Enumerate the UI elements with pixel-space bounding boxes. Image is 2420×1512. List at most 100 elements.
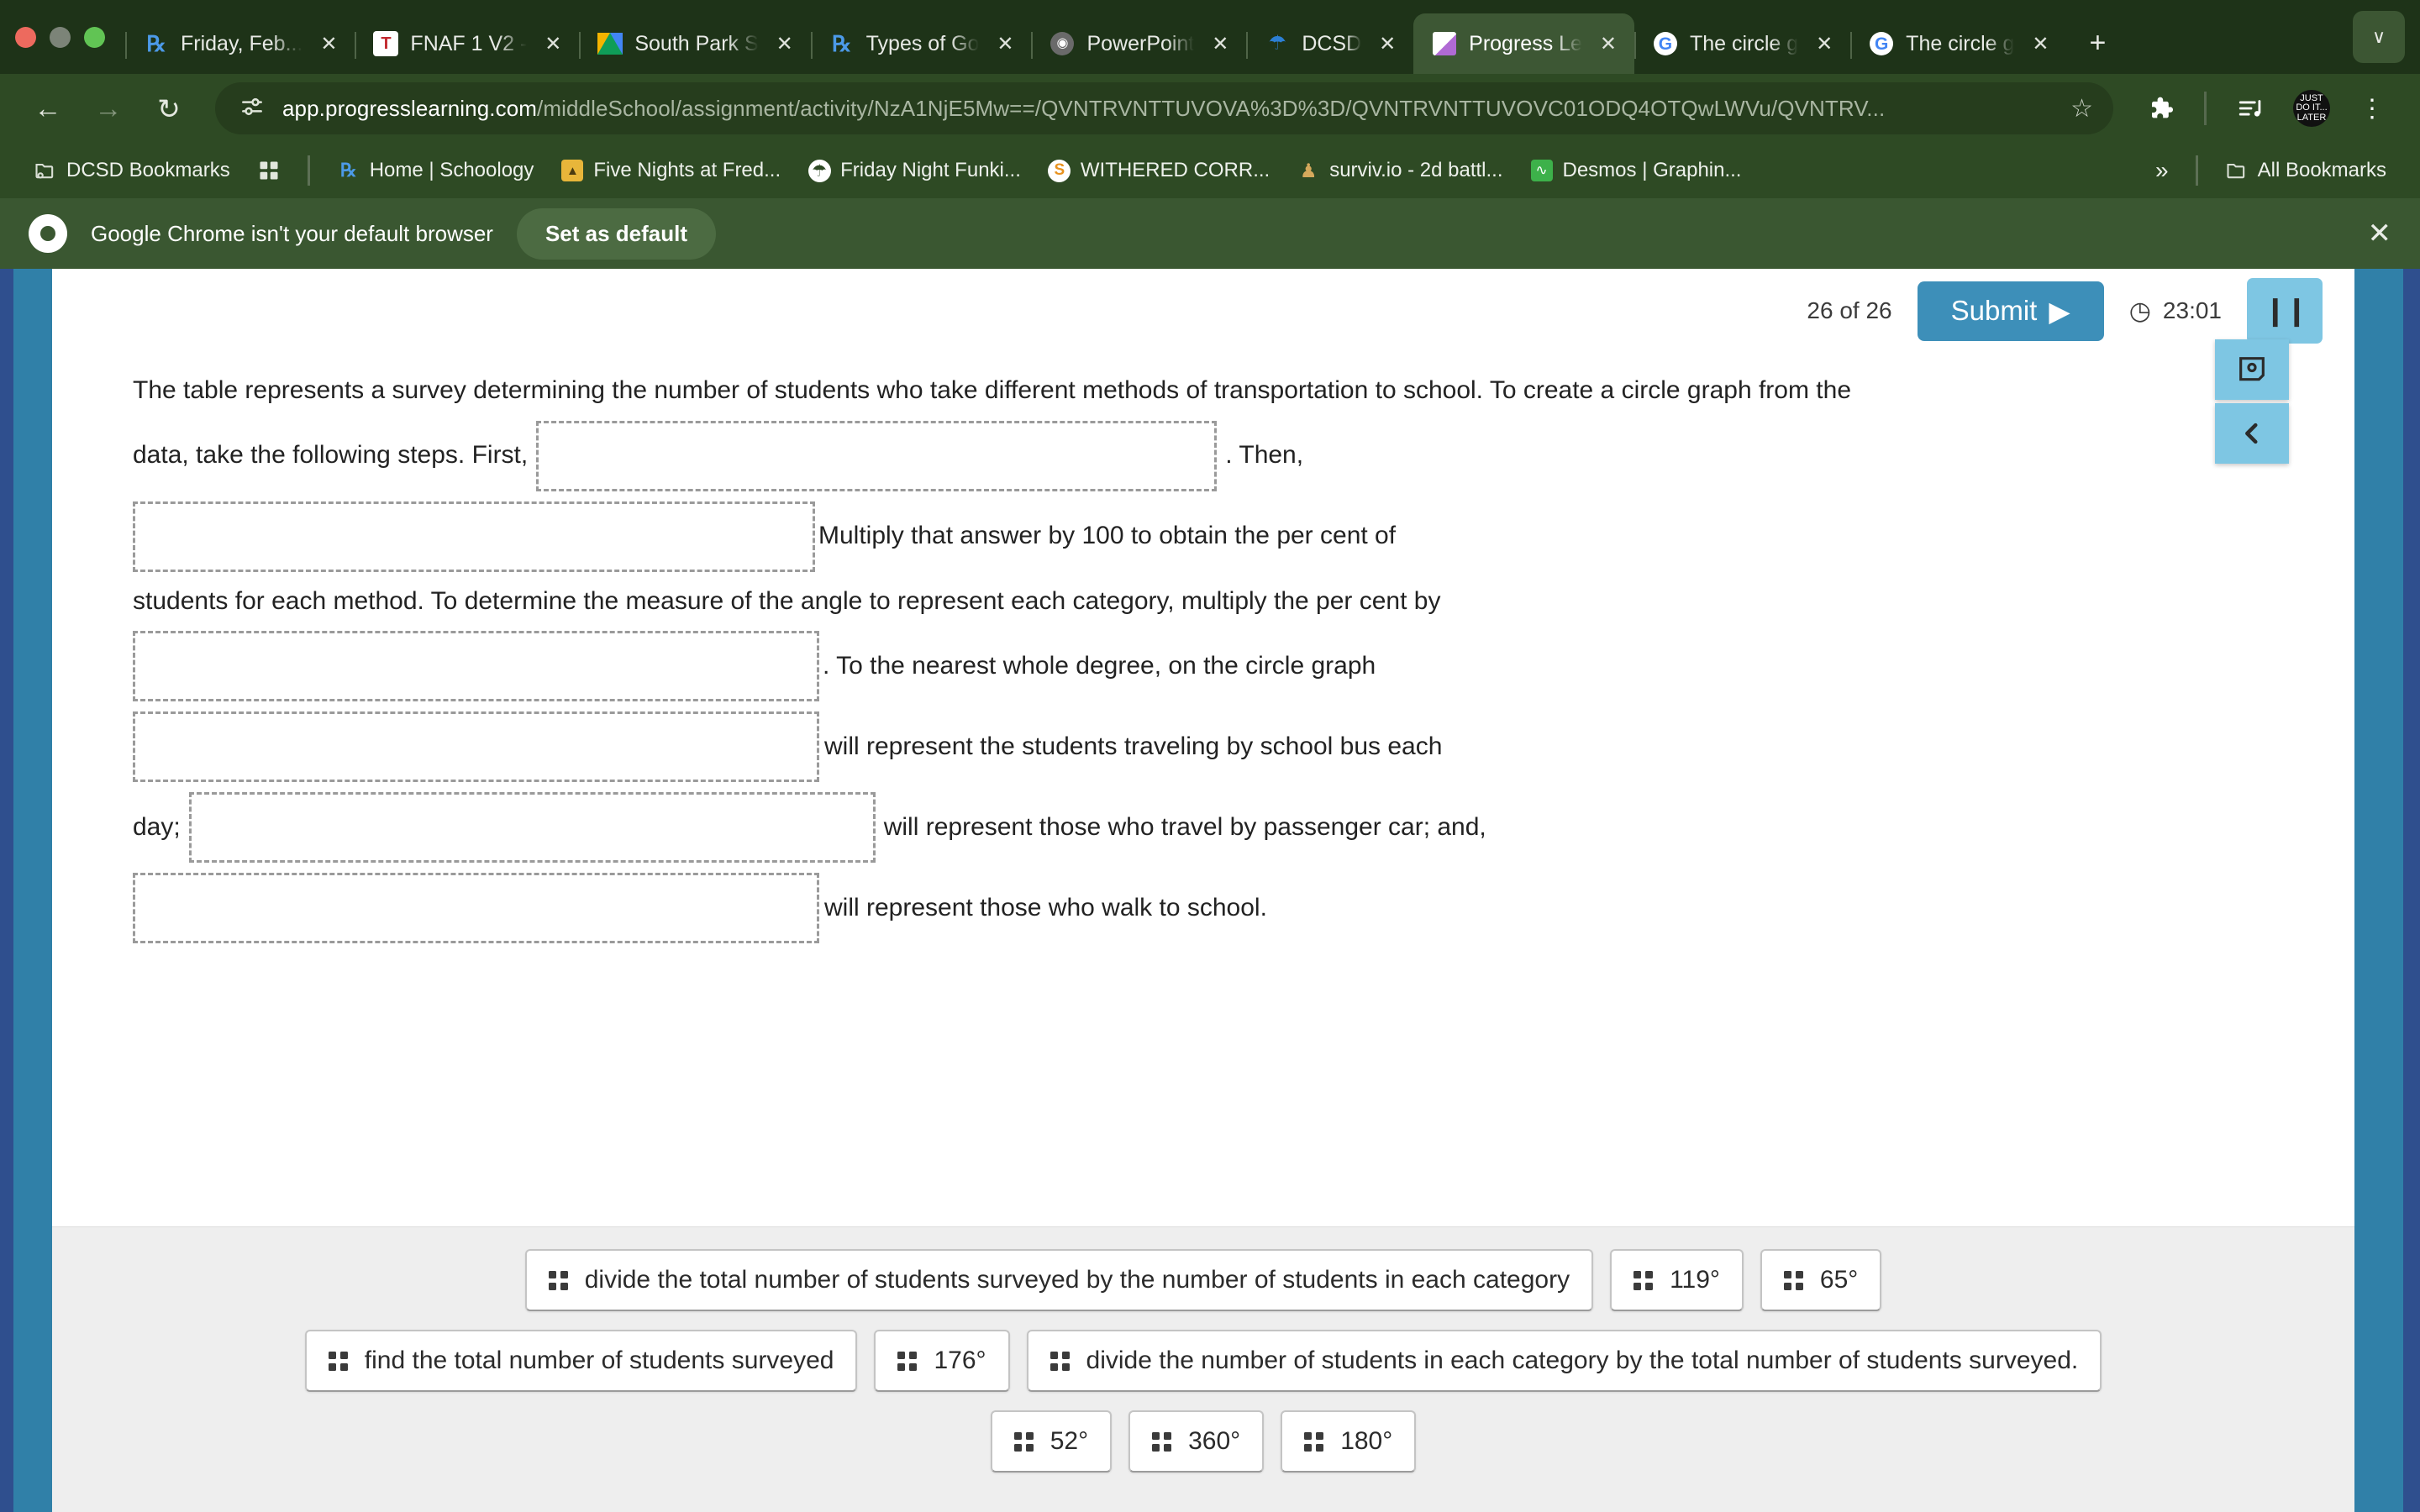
drag-handle-icon[interactable] [1152, 1431, 1172, 1452]
tab-the-circle-g-1[interactable]: G The circle g ✕ [1634, 13, 1850, 74]
all-bookmarks-button[interactable]: All Bookmarks [2213, 153, 2398, 188]
drag-handle-icon[interactable] [1783, 1270, 1803, 1290]
bookmark-desmos[interactable]: ∿ Desmos | Graphin... [1518, 153, 1754, 188]
forward-button[interactable]: → [82, 82, 134, 134]
window-maximize-button[interactable] [84, 26, 105, 48]
progress-learning-icon: ℞ [832, 31, 852, 56]
folder-icon [2225, 159, 2249, 182]
answer-tile[interactable]: divide the total number of students surv… [524, 1249, 1594, 1311]
bookmark-withered-corr[interactable]: S WITHERED CORR... [1036, 153, 1281, 188]
bookmark-label: Five Nights at Fred... [593, 159, 781, 181]
window-close-button[interactable] [15, 26, 36, 48]
extensions-puzzle-icon[interactable] [2133, 82, 2186, 134]
answer-tile[interactable]: 360° [1128, 1410, 1265, 1473]
answer-tile[interactable]: 176° [874, 1330, 1010, 1392]
close-icon[interactable]: ✕ [1594, 29, 1623, 58]
question-line-2: data, take the following steps. First, .… [133, 420, 2304, 491]
close-icon[interactable]: ✕ [1206, 29, 1234, 58]
infobar-message: Google Chrome isn't your default browser [91, 220, 493, 246]
drag-handle-icon[interactable] [897, 1351, 918, 1371]
bookmark-surviv-io[interactable]: ♟ surviv.io - 2d battl... [1285, 153, 1514, 188]
tab-south-park[interactable]: South Park S ✕ [579, 13, 810, 74]
question-text: will represent the students traveling by… [824, 732, 1443, 760]
clock-icon: ◷ [2128, 297, 2151, 325]
answer-tile-label: 360° [1188, 1427, 1241, 1455]
progress-learning-icon [1432, 31, 1457, 56]
bookmark-dcsd-bookmarks[interactable]: DCSD Bookmarks [22, 153, 242, 188]
bookmark-label: surviv.io - 2d battl... [1329, 159, 1503, 181]
bookmark-friday-night-funkin[interactable]: ☂ Friday Night Funki... [796, 153, 1033, 188]
tab-types-of-go[interactable]: ℞ Types of Go ✕ [810, 13, 1032, 74]
bookmark-apps-grid[interactable] [245, 153, 292, 188]
answer-blank-5[interactable] [188, 792, 876, 863]
bookmark-star-icon[interactable]: ☆ [2070, 94, 2093, 123]
bookmark-five-nights-at-freddys[interactable]: ▲ Five Nights at Fred... [549, 153, 792, 188]
toolbar-divider [2204, 92, 2207, 125]
question-text: The table represents a survey determinin… [133, 376, 1852, 404]
answer-blank-4[interactable] [133, 711, 819, 782]
reload-button[interactable]: ↻ [143, 82, 195, 134]
drag-handle-icon[interactable] [1050, 1351, 1070, 1371]
site-info-icon[interactable] [239, 93, 266, 124]
close-icon[interactable]: ✕ [2368, 217, 2392, 250]
answer-tile[interactable]: 52° [990, 1410, 1113, 1473]
back-button[interactable]: ← [22, 82, 74, 134]
question-line-6: will represent the students traveling by… [133, 711, 2304, 782]
answer-tile[interactable]: find the total number of students survey… [304, 1330, 858, 1392]
activity-header: 26 of 26 Submit ▶ ◷ 23:01 ❙❙ [52, 269, 2354, 353]
image-viewer-button[interactable] [2215, 339, 2289, 400]
answer-blank-6[interactable] [133, 873, 819, 943]
new-tab-button[interactable]: + [2073, 18, 2122, 67]
profile-avatar[interactable]: JUST DO IT... LATER [2286, 82, 2338, 134]
fnaf-icon: T [373, 31, 399, 56]
chevron-down-icon[interactable]: ∨ [2353, 11, 2405, 63]
close-icon[interactable]: ✕ [991, 29, 1019, 58]
tab-title: Friday, Feb... [181, 31, 303, 55]
answer-tray-row-1: divide the total number of students surv… [52, 1249, 2354, 1311]
window-minimize-button[interactable] [50, 26, 71, 48]
address-bar[interactable]: app.progresslearning.com/middleSchool/as… [215, 82, 2113, 134]
close-icon[interactable]: ✕ [2026, 29, 2054, 58]
tab-friday-feb[interactable]: ℞ Friday, Feb... ✕ [125, 13, 355, 74]
submit-button[interactable]: Submit ▶ [1917, 281, 2104, 341]
answer-tile[interactable]: 180° [1281, 1410, 1417, 1473]
close-icon[interactable]: ✕ [314, 29, 343, 58]
close-icon[interactable]: ✕ [539, 29, 567, 58]
tab-the-circle-g-2[interactable]: G The circle g ✕ [1850, 13, 2066, 74]
pause-button[interactable]: ❙❙ [2247, 278, 2323, 344]
answer-blank-3[interactable] [133, 631, 819, 701]
close-icon[interactable]: ✕ [771, 29, 799, 58]
chrome-menu-button[interactable]: ⋮ [2346, 82, 2398, 134]
bookmarks-overflow-button[interactable]: » [2144, 151, 2181, 190]
timer: ◷ 23:01 [2129, 297, 2222, 326]
set-as-default-button[interactable]: Set as default [516, 207, 717, 260]
answer-blank-1[interactable] [536, 420, 1218, 491]
tab-title: DCSD [1302, 31, 1362, 55]
close-icon[interactable]: ✕ [1810, 29, 1839, 58]
tab-fnaf[interactable]: T FNAF 1 V2 - ✕ [355, 13, 579, 74]
tab-dcsd[interactable]: ☂ DCSD ✕ [1246, 13, 1413, 74]
answer-tile[interactable]: 119° [1610, 1249, 1744, 1311]
submit-label: Submit [1950, 295, 2038, 326]
tab-progress-learning-active[interactable]: Progress Le ✕ [1413, 13, 1634, 74]
drag-handle-icon[interactable] [548, 1270, 568, 1290]
drag-handle-icon[interactable] [1634, 1270, 1654, 1290]
drag-handle-icon[interactable] [1304, 1431, 1324, 1452]
drag-handle-icon[interactable] [328, 1351, 348, 1371]
answer-blank-2[interactable] [133, 501, 815, 572]
close-icon[interactable]: ✕ [1373, 29, 1402, 58]
answer-tile[interactable]: 65° [1760, 1249, 1882, 1311]
answer-tile[interactable]: divide the number of students in each ca… [1026, 1330, 2102, 1392]
bookmarks-divider-2 [2195, 155, 2198, 186]
answer-tile-label: find the total number of students survey… [364, 1347, 834, 1374]
answer-tile-label: 119° [1670, 1266, 1720, 1294]
media-control-icon[interactable] [2225, 82, 2277, 134]
question-line-4: students for each method. To determine t… [133, 582, 2304, 622]
google-icon: G [1653, 31, 1678, 56]
tab-title: The circle g [1906, 31, 2015, 55]
collapse-panel-button[interactable] [2215, 403, 2289, 464]
tab-powerpoint[interactable]: ◉ PowerPoint ✕ [1031, 13, 1246, 74]
bookmark-home-schoology[interactable]: ℞ Home | Schoology [325, 153, 546, 188]
drag-handle-icon[interactable] [1013, 1431, 1034, 1452]
bookmark-label: Home | Schoology [369, 159, 534, 181]
